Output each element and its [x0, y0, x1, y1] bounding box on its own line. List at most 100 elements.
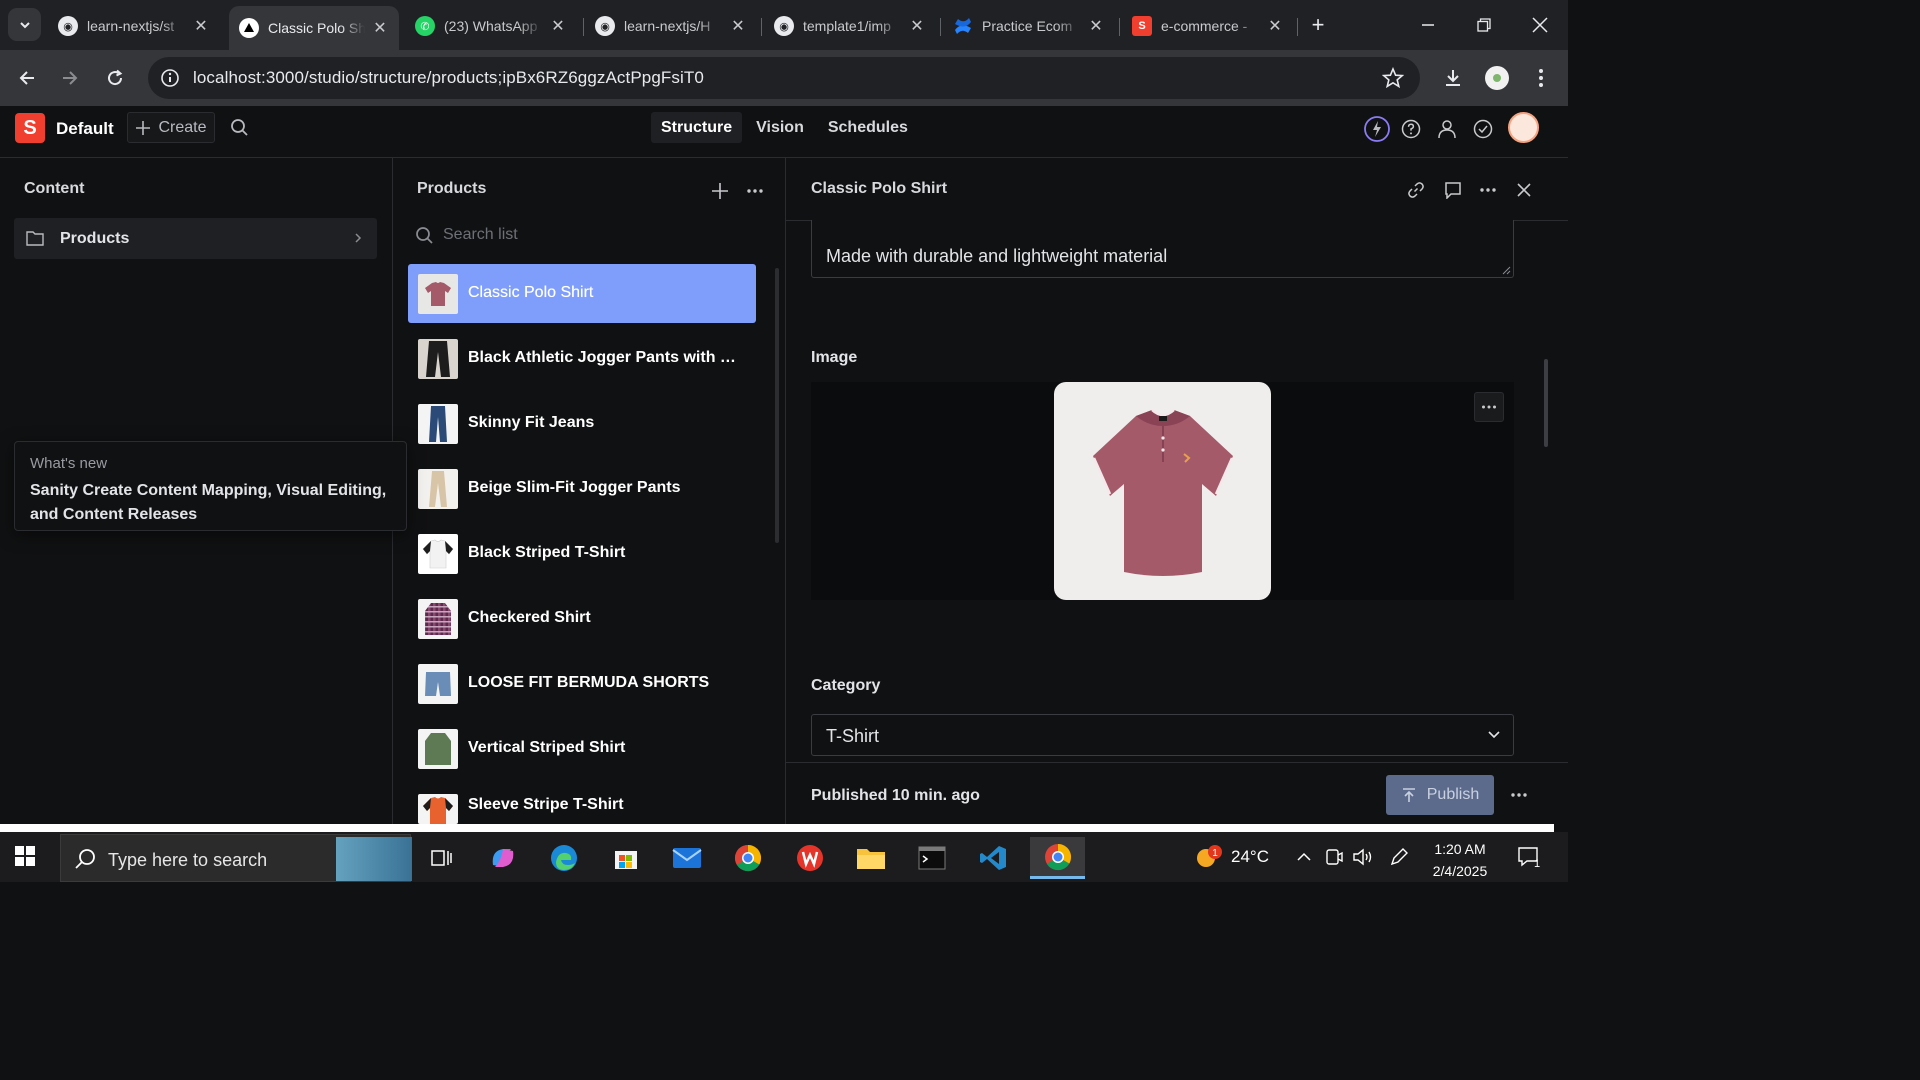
mail-app[interactable] — [662, 837, 712, 879]
new-tab-button[interactable]: + — [1305, 12, 1331, 38]
back-button[interactable] — [11, 62, 43, 94]
browser-tab[interactable]: S e-commerce - ✕ — [1122, 8, 1294, 44]
close-tab-icon[interactable]: ✕ — [729, 16, 747, 36]
downloads-button[interactable] — [1437, 62, 1469, 94]
copilot-app[interactable] — [478, 837, 528, 879]
browser-tab[interactable]: ✆ (23) WhatsApp ✕ — [405, 8, 577, 44]
taskbar-search-input[interactable]: Type here to search — [60, 834, 412, 882]
product-item[interactable]: Classic Polo Shirt — [408, 264, 756, 323]
pen-menu-button[interactable] — [1386, 832, 1412, 882]
help-button[interactable] — [1398, 116, 1424, 142]
global-search-button[interactable] — [230, 118, 249, 142]
url-text[interactable]: localhost:3000/studio/structure/products… — [193, 68, 704, 88]
close-tab-icon[interactable]: ✕ — [192, 16, 210, 36]
terminal-app[interactable] — [907, 837, 957, 879]
category-select[interactable]: T-Shirt — [811, 714, 1514, 756]
close-window-button[interactable] — [1525, 10, 1555, 40]
browser-tab[interactable]: ◉ template1/imp ✕ — [764, 8, 936, 44]
address-bar[interactable]: localhost:3000/studio/structure/products… — [148, 57, 1420, 99]
bookmark-star-icon[interactable] — [1382, 67, 1404, 89]
publish-button[interactable]: Publish — [1386, 775, 1494, 815]
browser-tab[interactable]: Practice Ecom ✕ — [943, 8, 1115, 44]
windows-taskbar: Type here to search 1 24°C 1:20 AM 2/4/2… — [0, 832, 1568, 882]
browser-tab[interactable]: ◉ learn-nextjs/st ✕ — [48, 8, 220, 44]
document-scrollbar[interactable] — [1544, 359, 1548, 447]
sanity-logo[interactable]: S — [15, 113, 45, 143]
wps-app[interactable] — [785, 837, 835, 879]
product-item[interactable]: Beige Slim-Fit Jogger Pants — [408, 459, 756, 518]
tab-structure[interactable]: Structure — [651, 112, 743, 143]
comments-button[interactable] — [1441, 178, 1465, 202]
forward-button[interactable] — [54, 62, 86, 94]
close-pane-button[interactable] — [1512, 178, 1536, 202]
product-item[interactable]: Sleeve Stripe T-Shirt — [408, 784, 756, 824]
tab-vision[interactable]: Vision — [746, 112, 814, 143]
product-item[interactable]: Vertical Striped Shirt — [408, 719, 756, 778]
reload-button[interactable] — [99, 62, 131, 94]
vscode-app[interactable] — [968, 837, 1018, 879]
document-actions-menu[interactable] — [1506, 783, 1532, 807]
profile-avatar-icon — [1485, 66, 1509, 90]
volume-button[interactable] — [1350, 832, 1376, 882]
weather-widget[interactable]: 1 — [1188, 832, 1228, 882]
show-hidden-icons[interactable] — [1292, 832, 1316, 882]
user-avatar[interactable] — [1508, 112, 1539, 143]
publish-icon — [1402, 788, 1415, 802]
product-item[interactable]: Checkered Shirt — [408, 589, 756, 648]
products-menu-button[interactable] — [744, 180, 766, 202]
profile-button[interactable] — [1481, 62, 1513, 94]
chrome-app[interactable] — [723, 837, 773, 879]
system-clock[interactable]: 1:20 AM 2/4/2025 — [1424, 838, 1496, 882]
svg-text:1: 1 — [1534, 858, 1540, 869]
close-tab-icon[interactable]: ✕ — [549, 16, 567, 36]
chrome-app-active[interactable] — [1030, 837, 1085, 879]
product-thumbnail — [418, 404, 458, 444]
product-item[interactable]: Skinny Fit Jeans — [408, 394, 756, 453]
product-item[interactable]: Black Striped T-Shirt — [408, 524, 756, 583]
file-explorer-app[interactable] — [846, 837, 896, 879]
tab-separator — [761, 18, 762, 36]
browser-tab-active[interactable]: Classic Polo Sh ✕ — [229, 6, 399, 50]
minimize-button[interactable] — [1413, 10, 1443, 40]
workspace-name[interactable]: Default — [56, 119, 114, 139]
start-button[interactable] — [14, 845, 40, 871]
task-view-button[interactable] — [416, 837, 466, 879]
product-search-input[interactable]: Search list — [415, 224, 765, 254]
close-tab-icon[interactable]: ✕ — [1087, 16, 1105, 36]
notifications-button[interactable]: 1 — [1514, 832, 1544, 882]
github-icon: ◉ — [595, 16, 615, 36]
document-menu-button[interactable] — [1476, 178, 1500, 202]
chrome-icon — [1044, 843, 1071, 870]
tab-search-button[interactable] — [8, 8, 41, 41]
image-options-button[interactable] — [1474, 392, 1504, 422]
create-button[interactable]: Create — [127, 112, 215, 143]
users-button[interactable] — [1434, 116, 1460, 142]
copy-link-button[interactable] — [1404, 178, 1428, 202]
edge-app[interactable] — [539, 837, 589, 879]
presence-button[interactable] — [1364, 116, 1390, 142]
meet-now-button[interactable] — [1322, 832, 1346, 882]
site-info-icon[interactable] — [160, 68, 180, 88]
tab-schedules[interactable]: Schedules — [818, 112, 918, 143]
content-item-products[interactable]: Products — [14, 218, 377, 259]
store-app[interactable] — [601, 837, 651, 879]
image-field[interactable] — [811, 382, 1514, 600]
resize-handle-icon[interactable] — [1501, 265, 1511, 275]
weather-temp[interactable]: 24°C — [1228, 832, 1272, 882]
restore-button[interactable] — [1469, 10, 1499, 40]
list-scrollbar[interactable] — [775, 268, 779, 543]
description-field[interactable]: Made with durable and lightweight materi… — [811, 220, 1514, 278]
minimize-icon — [1422, 24, 1434, 26]
tasks-button[interactable] — [1470, 116, 1496, 142]
product-item[interactable]: Black Athletic Jogger Pants with S... — [408, 329, 756, 388]
chrome-menu-button[interactable] — [1525, 62, 1557, 94]
add-product-button[interactable] — [709, 180, 731, 202]
product-item[interactable]: LOOSE FIT BERMUDA SHORTS — [408, 654, 756, 713]
close-tab-icon[interactable]: ✕ — [371, 18, 389, 38]
close-tab-icon[interactable]: ✕ — [1266, 16, 1284, 36]
browser-tab[interactable]: ◉ learn-nextjs/H ✕ — [585, 8, 757, 44]
product-thumbnail — [418, 729, 458, 769]
close-tab-icon[interactable]: ✕ — [908, 16, 926, 36]
whats-new-card[interactable]: What's new Sanity Create Content Mapping… — [14, 441, 407, 531]
close-icon — [1532, 17, 1548, 33]
